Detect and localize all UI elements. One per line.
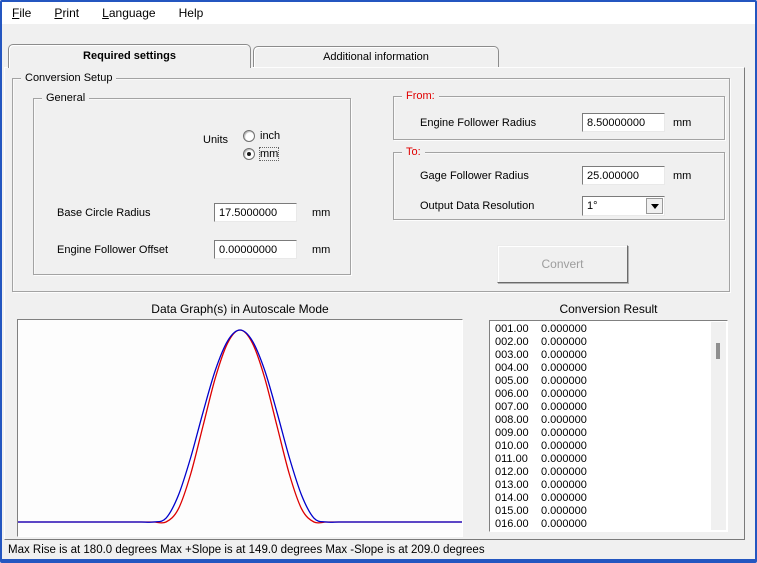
tab-required-settings[interactable]: Required settings — [8, 44, 251, 68]
result-row[interactable]: 002.000.000000 — [495, 336, 727, 349]
result-angle: 014.00 — [495, 492, 541, 505]
result-angle: 008.00 — [495, 414, 541, 427]
result-value: 0.000000 — [541, 492, 587, 504]
result-row[interactable]: 013.000.000000 — [495, 479, 727, 492]
engine-follower-offset-label: Engine Follower Offset — [57, 244, 168, 257]
gage-follower-radius-input[interactable] — [582, 166, 665, 185]
base-circle-radius-label: Base Circle Radius — [57, 207, 151, 220]
menu-bar: File Print Language Help — [2, 1, 755, 25]
menu-print[interactable]: Print — [44, 1, 89, 24]
result-value: 0.000000 — [541, 401, 587, 413]
result-angle: 011.00 — [495, 453, 541, 466]
engine-follower-offset-input[interactable] — [214, 240, 297, 259]
result-angle: 003.00 — [495, 349, 541, 362]
gage-lift-curve — [18, 330, 462, 522]
convert-button[interactable]: Convert — [497, 245, 628, 283]
status-text: Max Rise is at 180.0 degrees Max +Slope … — [8, 544, 751, 556]
units-label: Units — [203, 134, 228, 147]
output-data-resolution-label: Output Data Resolution — [420, 200, 534, 213]
result-row[interactable]: 004.000.000000 — [495, 362, 727, 375]
result-angle: 002.00 — [495, 336, 541, 349]
result-angle: 001.00 — [495, 323, 541, 336]
result-angle: 007.00 — [495, 401, 541, 414]
combo-dropdown-button[interactable] — [646, 198, 663, 214]
group-conversion-setup-label: Conversion Setup — [21, 72, 116, 85]
group-general-label: General — [42, 92, 89, 105]
result-angle: 004.00 — [495, 362, 541, 375]
result-value: 0.000000 — [541, 453, 587, 465]
app-window: File Print Language Help Required settin… — [0, 0, 757, 563]
result-value: 0.000000 — [541, 414, 587, 426]
result-value: 0.000000 — [541, 427, 587, 439]
group-to-label: To: — [402, 146, 425, 159]
output-data-resolution-value: 1° — [583, 200, 646, 212]
group-from-label: From: — [402, 90, 439, 103]
engine-follower-radius-label: Engine Follower Radius — [420, 117, 536, 130]
engine-lift-curve — [18, 330, 462, 523]
result-value: 0.000000 — [541, 323, 587, 335]
result-angle: 015.00 — [495, 505, 541, 518]
radio-units-mm[interactable]: mm — [243, 148, 278, 160]
result-row[interactable]: 008.000.000000 — [495, 414, 727, 427]
result-row[interactable]: 014.000.000000 — [495, 492, 727, 505]
result-value: 0.000000 — [541, 388, 587, 400]
result-value: 0.000000 — [541, 479, 587, 491]
result-value: 0.000000 — [541, 362, 587, 374]
result-value: 0.000000 — [541, 349, 587, 361]
engine-follower-offset-unit: mm — [312, 244, 330, 257]
conversion-result-list[interactable]: 001.000.000000002.000.000000003.000.0000… — [489, 320, 728, 532]
base-circle-radius-input[interactable] — [214, 203, 297, 222]
result-angle: 005.00 — [495, 375, 541, 388]
output-data-resolution-select[interactable]: 1° — [582, 196, 665, 216]
result-angle: 016.00 — [495, 518, 541, 531]
radio-label-inch[interactable]: inch — [260, 130, 280, 142]
result-value: 0.000000 — [541, 336, 587, 348]
result-value: 0.000000 — [541, 375, 587, 387]
engine-follower-radius-input[interactable] — [582, 113, 665, 132]
result-angle: 013.00 — [495, 479, 541, 492]
chevron-down-icon — [651, 204, 659, 213]
tab-additional-information[interactable]: Additional information — [253, 46, 499, 67]
result-angle: 012.00 — [495, 466, 541, 479]
result-list-scrollbar[interactable] — [711, 322, 726, 530]
radio-units-inch[interactable]: inch — [243, 130, 280, 142]
gage-follower-radius-unit: mm — [673, 170, 691, 183]
result-angle: 010.00 — [495, 440, 541, 453]
result-row[interactable]: 005.000.000000 — [495, 375, 727, 388]
result-rows: 001.000.000000002.000.000000003.000.0000… — [490, 321, 727, 531]
result-value: 0.000000 — [541, 518, 587, 530]
result-row[interactable]: 016.000.000000 — [495, 518, 727, 531]
result-row[interactable]: 006.000.000000 — [495, 388, 727, 401]
result-row[interactable]: 012.000.000000 — [495, 466, 727, 479]
gage-follower-radius-label: Gage Follower Radius — [420, 170, 529, 183]
result-row[interactable]: 009.000.000000 — [495, 427, 727, 440]
result-value: 0.000000 — [541, 505, 587, 517]
graph-title: Data Graph(s) in Autoscale Mode — [17, 302, 463, 316]
result-row[interactable]: 003.000.000000 — [495, 349, 727, 362]
result-row[interactable]: 011.000.000000 — [495, 453, 727, 466]
conversion-result-title: Conversion Result — [489, 302, 728, 316]
result-angle: 009.00 — [495, 427, 541, 440]
radio-label-mm[interactable]: mm — [260, 148, 278, 160]
base-circle-radius-unit: mm — [312, 207, 330, 220]
radio-circle-inch[interactable] — [243, 130, 255, 142]
menu-help[interactable]: Help — [169, 1, 214, 24]
result-row[interactable]: 007.000.000000 — [495, 401, 727, 414]
result-row[interactable]: 010.000.000000 — [495, 440, 727, 453]
result-row[interactable]: 015.000.000000 — [495, 505, 727, 518]
lift-curve-chart — [18, 320, 462, 536]
result-value: 0.000000 — [541, 466, 587, 478]
engine-follower-radius-unit: mm — [673, 117, 691, 130]
menu-language[interactable]: Language — [92, 1, 165, 24]
data-graph-panel — [17, 319, 463, 537]
result-row[interactable]: 001.000.000000 — [495, 323, 727, 336]
scrollbar-thumb[interactable] — [716, 343, 720, 359]
menu-file[interactable]: File — [2, 1, 41, 24]
radio-circle-mm[interactable] — [243, 148, 255, 160]
result-value: 0.000000 — [541, 440, 587, 452]
result-angle: 006.00 — [495, 388, 541, 401]
